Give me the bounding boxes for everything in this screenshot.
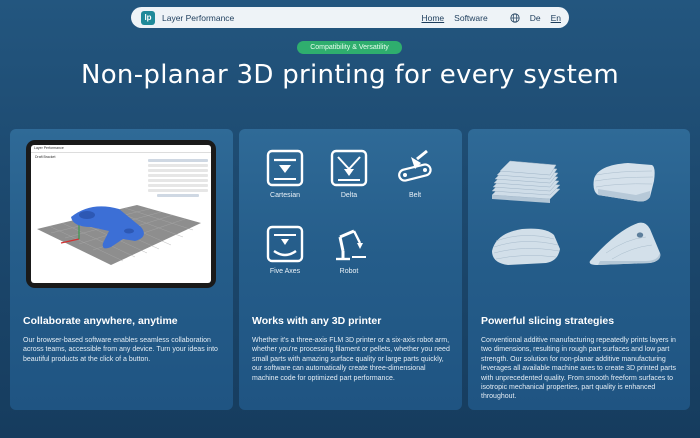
printer-label: Belt: [408, 192, 422, 199]
cartesian-icon: [266, 149, 304, 187]
printer-belt: Belt: [385, 149, 445, 199]
sliced-part-bracket: [589, 222, 661, 265]
printer-label: Cartesian: [270, 192, 300, 199]
card-description: Whether it's a three-axis FLM 3D printer…: [252, 337, 450, 382]
section-badge: Compatibility & Versatility: [297, 41, 402, 54]
card-description: Our browser-based software enables seaml…: [23, 337, 218, 363]
printer-label: Robot: [339, 268, 359, 275]
nav-link-home[interactable]: Home: [421, 13, 444, 23]
sliced-part-layered: [491, 160, 561, 203]
belt-icon: [398, 149, 432, 182]
globe-icon: [510, 12, 520, 23]
five-axes-icon: [266, 225, 304, 263]
printer-five-axes: Five Axes: [255, 225, 315, 275]
sliced-part-smooth: [492, 228, 560, 265]
tablet-screenshot: Layer Performance Draft Bracket: [26, 140, 216, 288]
tablet-screen: Layer Performance Draft Bracket: [31, 145, 211, 283]
robot-icon: [336, 229, 366, 261]
brand-logo[interactable]: lp: [141, 10, 155, 25]
card-title: Collaborate anywhere, anytime: [23, 315, 178, 327]
card-printers: Cartesian Delta Belt Five Axes Robot Wor…: [239, 129, 462, 410]
printer-label: Five Axes: [269, 268, 301, 275]
language-en[interactable]: En: [551, 13, 561, 23]
top-nav: lp Layer Performance Home Software De En: [131, 7, 569, 28]
nav-link-software[interactable]: Software: [454, 13, 488, 23]
printer-robot: Robot: [319, 225, 379, 275]
printer-label: Delta: [340, 192, 358, 199]
card-collaborate: Layer Performance Draft Bracket Collabor…: [10, 129, 233, 410]
printer-cartesian: Cartesian: [255, 149, 315, 199]
brand-name[interactable]: Layer Performance: [162, 13, 234, 23]
delta-icon: [330, 149, 368, 187]
printer-delta: Delta: [319, 149, 379, 199]
language-de[interactable]: De: [530, 13, 541, 23]
build-plate-viewport: [37, 205, 201, 265]
app-title: Layer Performance: [34, 146, 64, 150]
page-title: Non-planar 3D printing for every system: [80, 60, 620, 90]
card-title: Powerful slicing strategies: [481, 315, 615, 327]
app-header: Layer Performance: [31, 145, 211, 153]
card-slicing: Powerful slicing strategies Conventional…: [468, 129, 690, 410]
card-description: Conventional additive manufacturing repe…: [481, 337, 676, 401]
card-title: Works with any 3D printer: [252, 315, 382, 327]
sliced-part-wedge: [593, 163, 655, 202]
